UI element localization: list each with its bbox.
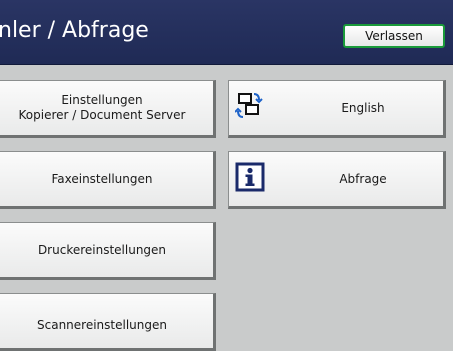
button-label-line2: Kopierer / Document Server bbox=[18, 108, 186, 122]
button-label: Faxeinstellungen bbox=[51, 171, 153, 186]
language-english-button[interactable]: English bbox=[228, 80, 446, 138]
copier-document-server-settings-button[interactable]: Einstellungen Kopierer / Document Server bbox=[0, 80, 216, 138]
menu-area: Einstellungen Kopierer / Document Server… bbox=[0, 65, 453, 351]
info-icon bbox=[235, 162, 265, 192]
button-label-line1: Einstellungen bbox=[61, 93, 143, 107]
fax-settings-button[interactable]: Faxeinstellungen bbox=[0, 151, 216, 209]
exit-button[interactable]: Verlassen bbox=[343, 24, 445, 48]
button-label: Druckereinstellungen bbox=[37, 242, 167, 257]
language-switch-icon bbox=[234, 91, 265, 121]
header-bar: nler / Abfrage Verlassen bbox=[0, 0, 453, 65]
page-title: nler / Abfrage bbox=[0, 18, 149, 43]
button-label: Abfrage bbox=[339, 172, 387, 186]
printer-settings-button[interactable]: Druckereinstellungen bbox=[0, 222, 216, 280]
scanner-settings-button[interactable]: Scannereinstellungen bbox=[0, 293, 216, 351]
inquiry-button[interactable]: Abfrage bbox=[228, 151, 446, 209]
button-label: English bbox=[341, 101, 385, 115]
